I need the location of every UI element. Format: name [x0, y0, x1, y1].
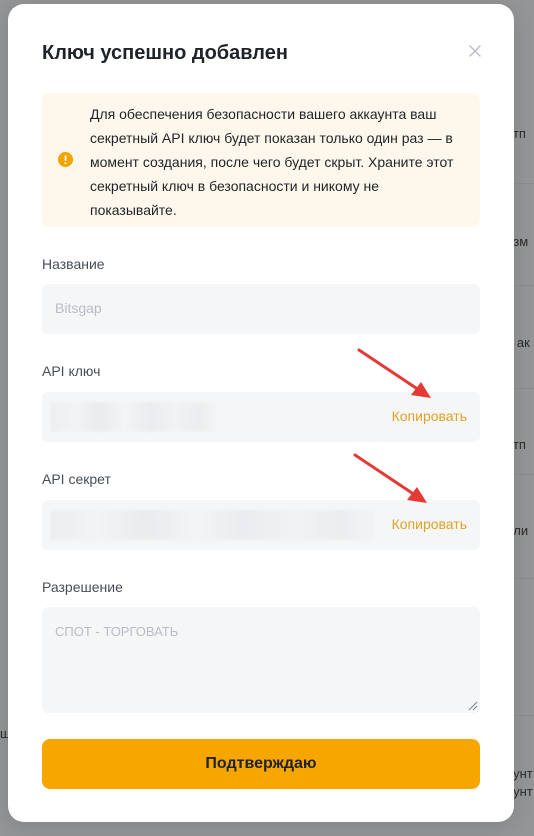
api-secret-field[interactable]: Копировать [42, 500, 480, 550]
api-key-value-masked [50, 402, 216, 432]
api-key-label: API ключ [42, 363, 101, 379]
api-secret-label: API секрет [42, 471, 111, 487]
confirm-button[interactable]: Подтверждаю [42, 739, 480, 789]
name-label: Название [42, 256, 105, 272]
api-key-field[interactable]: Копировать [42, 392, 480, 442]
api-secret-value-masked [50, 510, 374, 540]
name-field[interactable]: Bitsgap [42, 284, 480, 334]
permission-value: СПОТ - ТОРГОВАТЬ [55, 624, 179, 639]
security-warning: Для обеспечения безопасности вашего акка… [42, 93, 480, 227]
copy-api-secret-button[interactable]: Копировать [392, 516, 467, 532]
close-button[interactable] [464, 40, 486, 62]
permission-textarea[interactable]: СПОТ - ТОРГОВАТЬ [42, 607, 480, 713]
warning-circle-icon [58, 152, 73, 167]
api-key-created-modal: Ключ успешно добавлен Для обеспечения бе… [8, 4, 514, 822]
modal-title: Ключ успешно добавлен [42, 42, 288, 64]
name-placeholder: Bitsgap [55, 300, 102, 316]
copy-api-key-button[interactable]: Копировать [392, 408, 467, 424]
close-icon [469, 45, 481, 57]
resize-handle-icon[interactable] [468, 701, 478, 711]
permission-label: Разрешение [42, 579, 123, 595]
warning-text: Для обеспечения безопасности вашего акка… [90, 106, 454, 218]
